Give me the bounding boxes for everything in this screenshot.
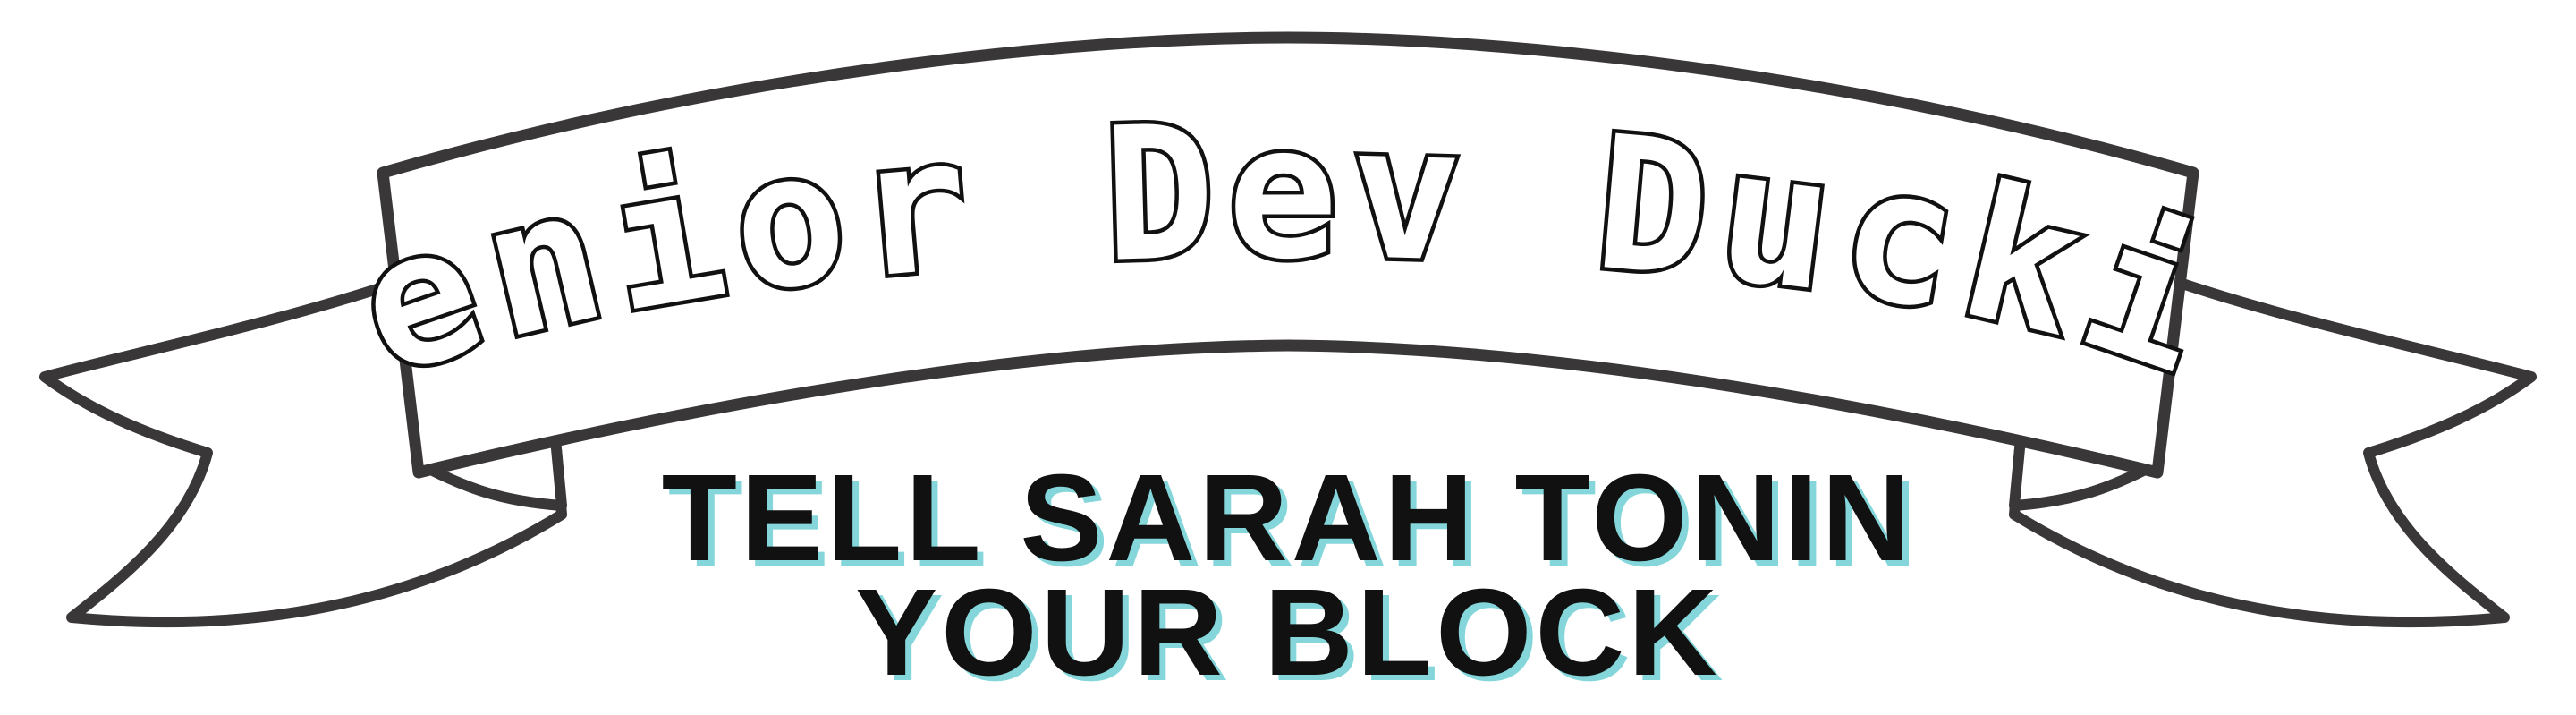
- sticker-canvas: Senior Dev Duckie TELL SARAH TONIN TELL …: [0, 0, 2576, 715]
- tagline-line2: YOUR BLOCK: [855, 564, 1721, 702]
- ribbon-banner-graphic: Senior Dev Duckie TELL SARAH TONIN TELL …: [0, 0, 2537, 707]
